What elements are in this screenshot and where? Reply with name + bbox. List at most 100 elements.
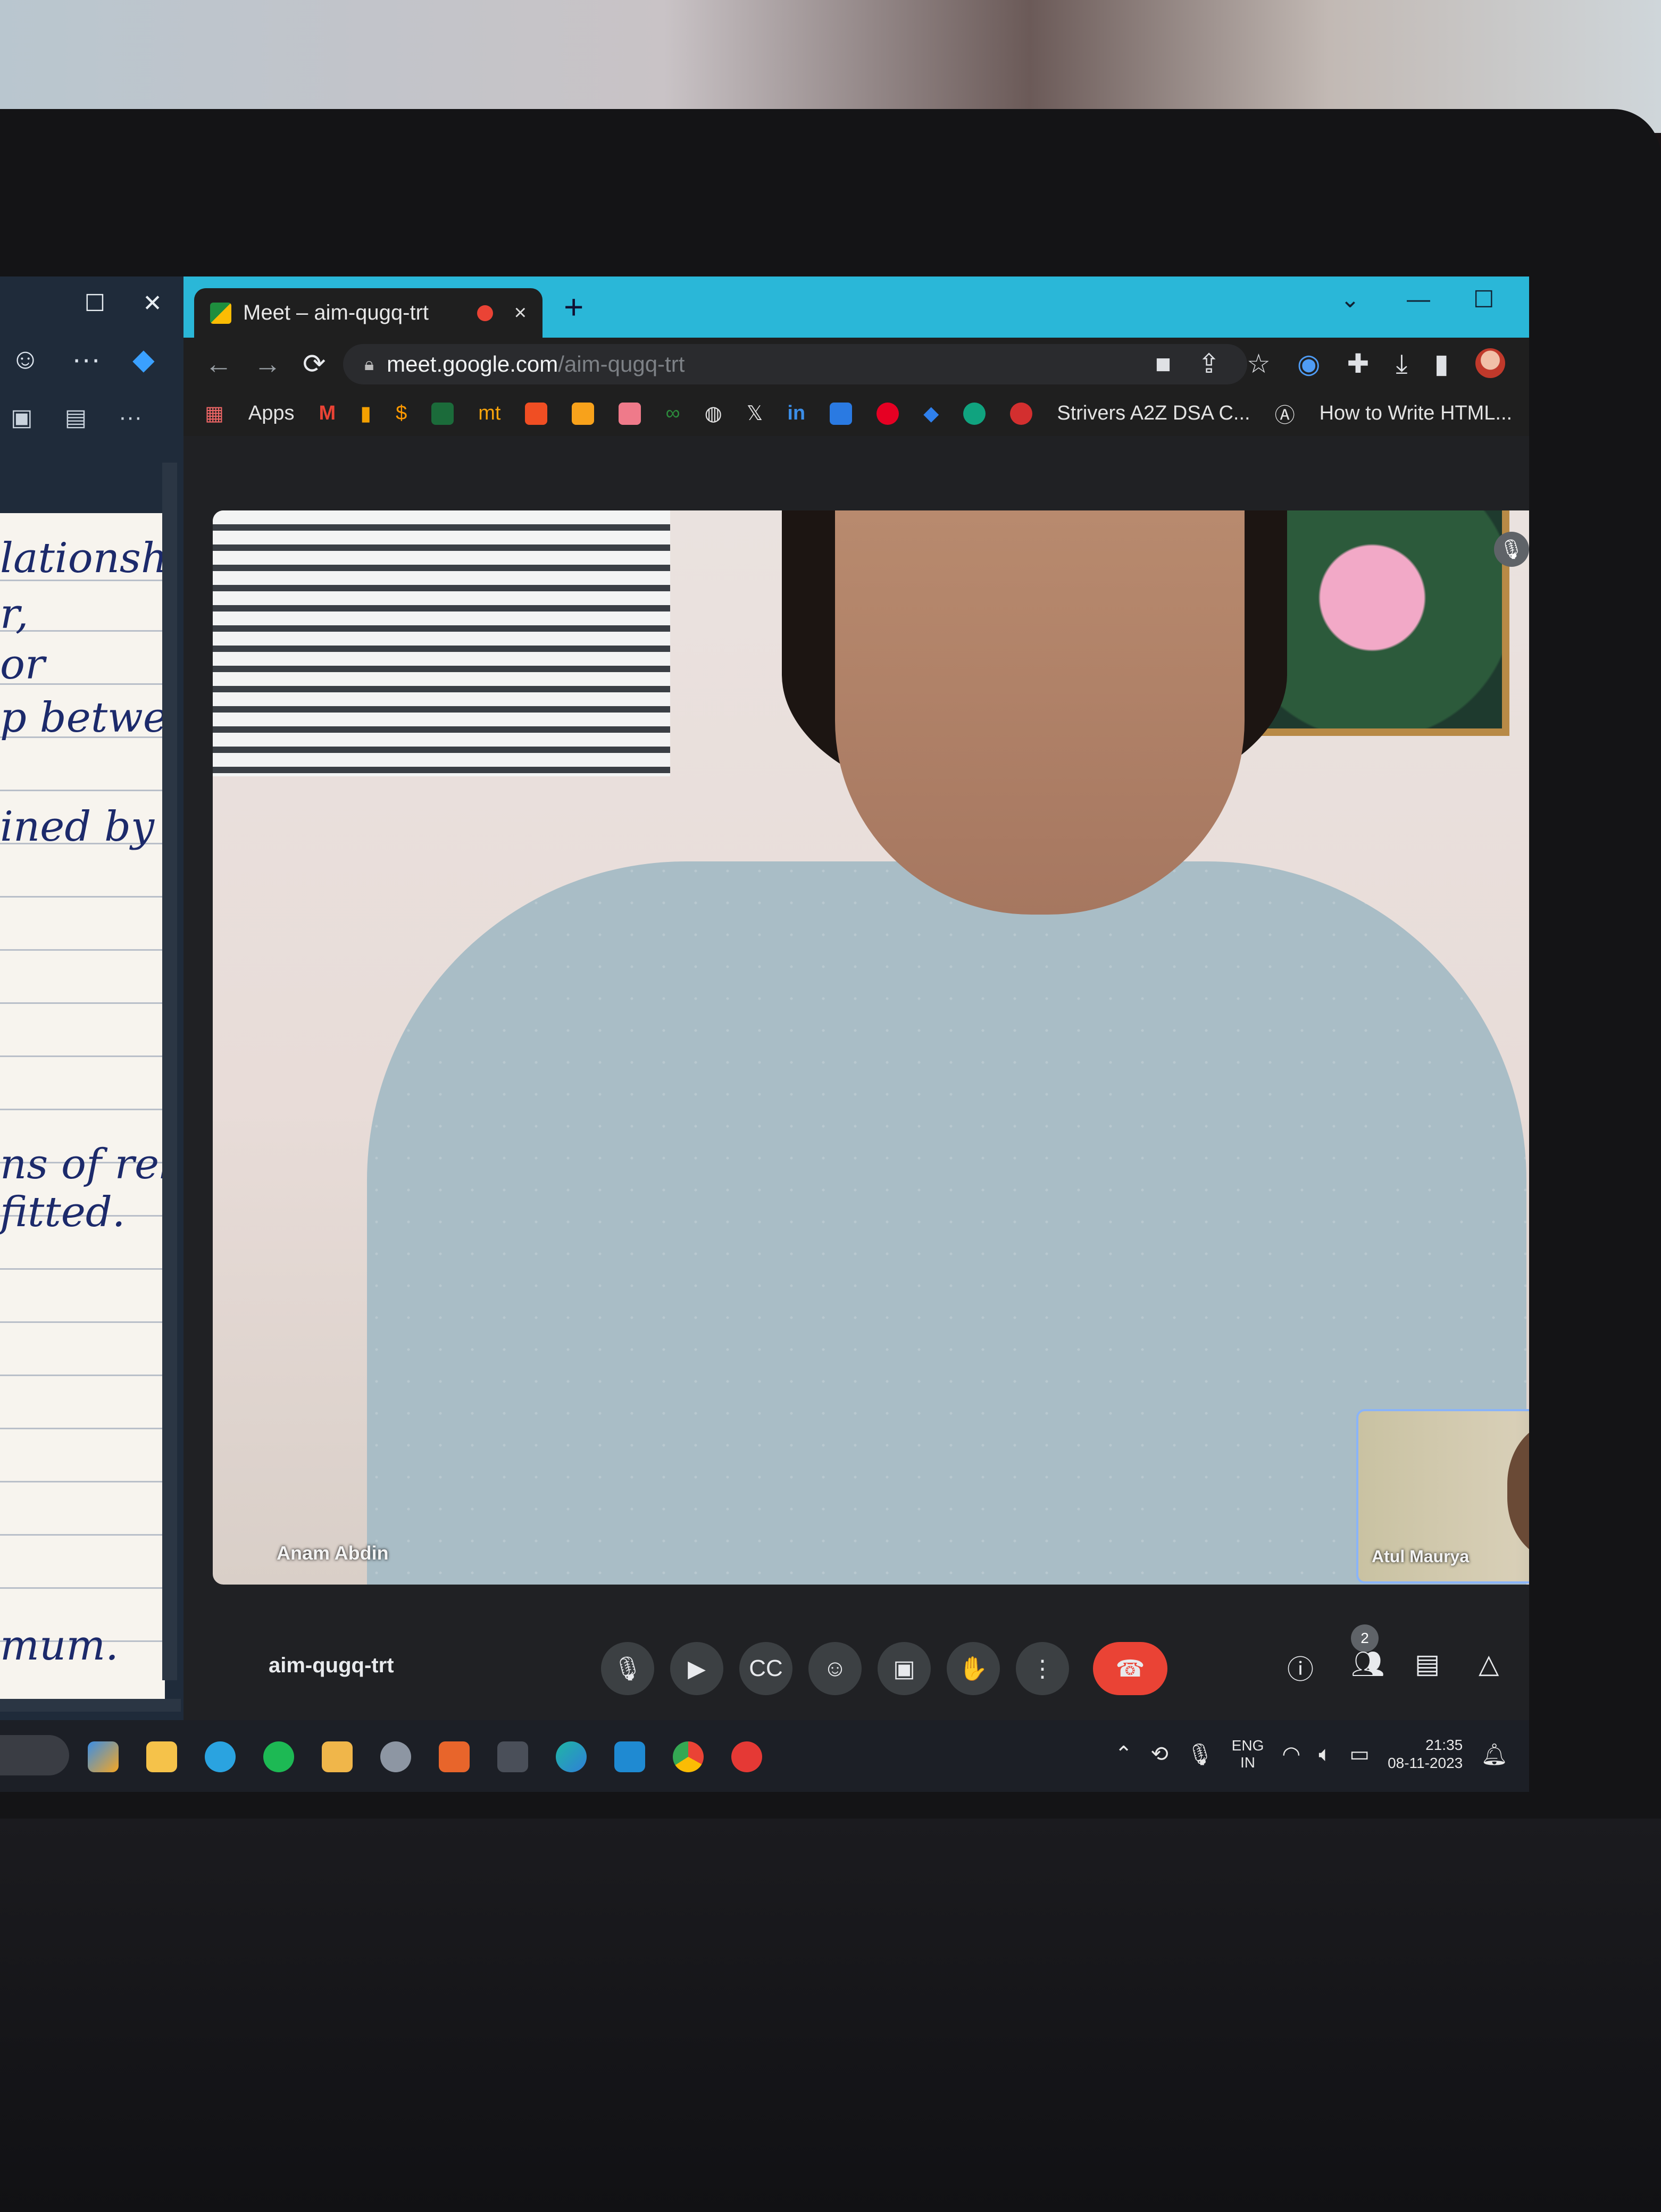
people-icon[interactable]: 👥︎ [1351,1648,1384,1680]
tuf-icon[interactable] [1010,402,1033,425]
bookmark-icon[interactable]: Ⓐ [1275,399,1295,428]
forward-icon[interactable]: → [254,348,281,380]
self-view-tile[interactable]: ••• Atul Maurya [1356,1409,1529,1583]
widgets-icon[interactable] [88,1741,119,1772]
address-bar[interactable]: 🔒︎ meet.google.com /aim-qugq-trt [343,344,1247,384]
wifi-icon[interactable]: ◠ [1282,1742,1300,1766]
toolbar-actions: ■ ⇪ ☆ ◉ ✚ ⤓ ▮ ⋮ [1155,348,1529,380]
new-tab-button[interactable]: + [564,287,583,326]
raise-hand-button[interactable]: ✋ [947,1642,1000,1695]
vertical-scrollbar[interactable] [162,463,177,1680]
volume-icon[interactable]: 🔈︎ [1318,1742,1331,1766]
bookmark-strivers[interactable]: Strivers A2Z DSA C... [1057,402,1250,425]
main-video-tile[interactable]: Anam Abdin 🎙︎ [213,510,1529,1585]
telegram-icon[interactable] [205,1741,236,1772]
tab-close-button[interactable]: × [514,301,527,325]
figma-icon[interactable] [439,1741,470,1772]
leave-call-button[interactable]: ☎ [1093,1642,1167,1695]
spotify-icon[interactable] [263,1741,294,1772]
bookmark-icon[interactable]: $ [396,402,407,425]
restore-icon[interactable]: ☐ [85,290,105,317]
more-options-button[interactable]: ⋮ [1016,1642,1069,1695]
handwritten-line: mum. [0,1622,119,1670]
edge-icon[interactable] [556,1741,587,1772]
calendar-icon[interactable] [830,402,853,425]
ruled-line [0,1375,165,1376]
screenshot-extension-icon[interactable]: ◉ [1297,348,1321,380]
bookmark-how-to-write-html[interactable]: How to Write HTML... [1320,402,1512,425]
notes-app-icon[interactable] [497,1741,528,1772]
clock[interactable]: 21:35 08-11-2023 [1388,1736,1463,1772]
meet-content: Anam Abdin 🎙︎ ••• Atul Maurya aim-qugq-t… [183,436,1529,1720]
clock-date: 08-11-2023 [1388,1755,1463,1771]
tab-search-icon[interactable]: ⌄ [1340,286,1360,313]
analytics-icon[interactable]: ▮ [360,401,371,425]
store-icon[interactable] [322,1741,353,1772]
x-icon[interactable]: 𝕏 [747,401,763,425]
google-meet-icon [210,302,231,324]
bookmark-mt[interactable]: mt [478,402,500,425]
side-panel-icon[interactable]: ▮ [1434,348,1449,380]
bookmark-icon[interactable]: ∞ [665,402,680,425]
chevron-up-icon[interactable]: ⌃ [1115,1742,1133,1766]
pinterest-icon[interactable] [877,402,899,425]
bookmark-apps[interactable]: Apps [248,402,295,425]
profile-avatar[interactable] [1475,348,1505,378]
microphone-button[interactable]: 🎙︎ [601,1642,654,1695]
gmail-icon[interactable]: M [319,402,336,425]
horizontal-scrollbar[interactable] [0,1699,181,1712]
notes-page[interactable]: lationship r, or p between ined by ns of… [0,513,165,1699]
linkedin-icon[interactable]: in [787,402,805,425]
camera-in-use-icon[interactable]: ■ [1155,348,1171,380]
participant-video [303,510,1526,1585]
chat-app-icon[interactable] [380,1741,411,1772]
activities-icon[interactable]: △ [1479,1648,1499,1679]
ruled-line [0,1321,165,1323]
close-icon[interactable]: ✕ [143,290,162,317]
chat-icon[interactable]: ▤ [1415,1648,1440,1679]
ruled-line [0,790,165,791]
bookmark-star-icon[interactable]: ☆ [1247,348,1271,380]
calendar-icon[interactable] [619,402,641,425]
minimize-icon[interactable]: — [1407,286,1430,313]
vscode-icon[interactable] [614,1741,645,1772]
reactions-button[interactable]: ☺ [808,1642,862,1695]
participant-face [835,510,1245,915]
extensions-icon[interactable]: ✚ [1347,348,1369,380]
bookmark-icon[interactable] [431,402,454,425]
reload-icon[interactable]: ⟳ [303,348,326,380]
file-explorer-icon[interactable] [146,1741,177,1772]
apps-grid-icon[interactable]: ▦ [205,401,224,425]
bookmark-icon[interactable] [572,402,595,425]
recorder-icon[interactable] [731,1741,762,1772]
meeting-details-icon[interactable]: ⓘ [1287,1648,1314,1687]
taskbar-search[interactable] [0,1735,69,1775]
language-code: ENG [1231,1737,1264,1754]
language-indicator[interactable]: ENG IN [1232,1737,1264,1771]
captions-button[interactable]: CC [739,1642,792,1695]
save-icon[interactable]: ▣ [11,404,33,431]
maximize-icon[interactable]: ☐ [1473,286,1494,313]
more-options-button[interactable]: ··· [72,342,101,375]
save-as-icon[interactable]: ▤ [65,404,87,431]
jira-icon[interactable]: ◆ [923,401,939,425]
more-options-button-2[interactable]: ··· [119,404,142,431]
present-button[interactable]: ▣ [878,1642,931,1695]
lock-icon[interactable]: 🔒︎ [364,354,374,375]
back-icon[interactable]: ← [205,348,232,380]
share-icon[interactable]: ⇪ [1198,348,1220,380]
microphone-icon[interactable]: 🎙︎ [1187,1742,1214,1767]
camera-button[interactable]: ▶ [670,1642,723,1695]
chatgpt-icon[interactable] [963,402,986,425]
chrome-icon[interactable] [673,1741,704,1772]
battery-icon[interactable]: ▭ [1349,1742,1370,1766]
youtube-icon[interactable] [525,402,548,425]
handwritten-line: fitted. [0,1188,126,1236]
sync-icon[interactable]: ⟲ [1150,1742,1168,1766]
tab-meet[interactable]: Meet – aim-qugq-trt × [194,288,542,338]
download-icon[interactable]: ⤓ [1396,348,1407,380]
notifications-icon[interactable]: 🔔︎ [1481,1742,1508,1767]
profile-icon[interactable]: ☺ [11,342,40,375]
copilot-icon[interactable]: ◆ [132,342,155,376]
github-icon[interactable]: ◍ [705,401,722,425]
